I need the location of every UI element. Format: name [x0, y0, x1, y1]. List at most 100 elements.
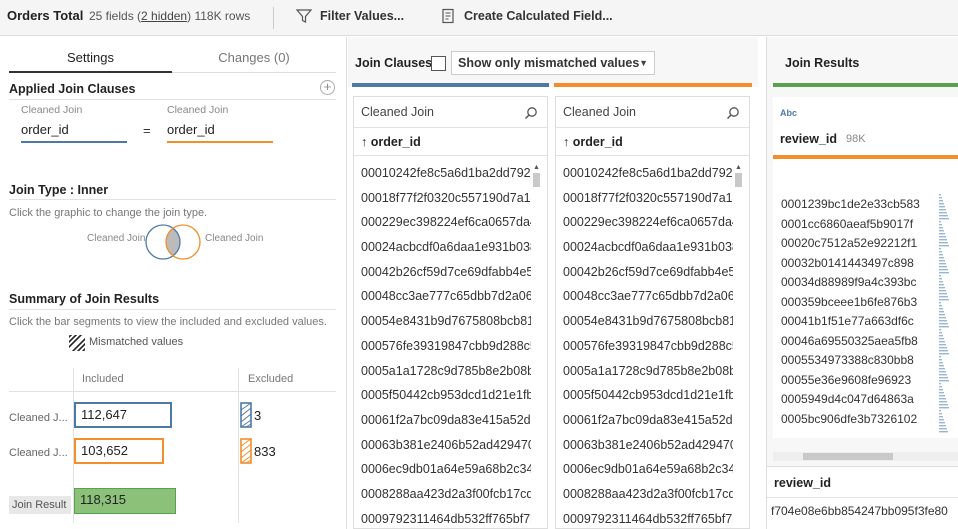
scrollbar-thumb[interactable]	[803, 453, 893, 460]
filter-values-button[interactable]: Filter Values...	[296, 8, 404, 24]
list-item[interactable]: 0008288aa423d2a3f00fcb17cd7d8719	[361, 482, 531, 507]
list-item[interactable]: 0008288aa423d2a3f00fcb17cd7d8719	[563, 482, 733, 507]
sparkline-bar	[939, 293, 947, 295]
list-item[interactable]: 00055e36e9608fe96923	[781, 371, 929, 391]
create-calculated-field-button[interactable]: Create Calculated Field...	[440, 8, 613, 24]
list-item[interactable]: 00034d88989f9a4c393bc	[781, 273, 929, 293]
right-panel-value-list[interactable]: 00010242fe8c5a6d1ba2dd792cb1621400018f77…	[563, 161, 733, 529]
list-item[interactable]: 0005f50442cb953dcd1d21e1fb923495	[361, 383, 531, 408]
list-item[interactable]: 0005f50442cb953dcd1d21e1fb923495	[563, 383, 733, 408]
sparkline-bar	[939, 371, 946, 373]
result-value-list[interactable]: 0001239bc1de2e33cb583 0001cc6860aeaf5b901…	[781, 195, 929, 435]
list-item[interactable]: 0005949d4c047d64863a	[781, 390, 929, 410]
panel-divider	[556, 127, 749, 128]
list-item[interactable]: 00024acbcdf0a6daa1e931b038114c75	[563, 235, 733, 260]
list-item[interactable]: 0009792311464db532ff765bf7b182ae	[361, 507, 531, 529]
join-result-bar[interactable]: 118,315	[74, 488, 176, 514]
list-item[interactable]: 00010242fe8c5a6d1ba2dd792cb16214	[563, 161, 733, 186]
list-item[interactable]: 000229ec398224ef6ca0657da4fc703e	[361, 210, 531, 235]
left-panel-column-name: order_id	[370, 135, 421, 149]
left-panel-value-list[interactable]: 00010242fe8c5a6d1ba2dd792cb1621400018f77…	[361, 161, 531, 529]
tab-changes[interactable]: Changes (0)	[172, 45, 336, 73]
list-item[interactable]: 00018f77f2f0320c557190d7a144bdd3	[361, 186, 531, 211]
list-item[interactable]: 00042b26cf59d7ce69dfabb4e55b4fd9	[361, 260, 531, 285]
left-panel-column-header[interactable]: ↑ order_id	[361, 135, 421, 149]
sparkline-bar	[939, 326, 949, 328]
list-item[interactable]: 00063b381e2406b52ad429470734ebd5	[563, 433, 733, 458]
result-column-card[interactable]: Abc review_id 98K 0001239bc1de2e33cb583 0…	[773, 97, 958, 438]
list-item[interactable]: 0005a1a1728c9d785b8e2b08b904576c	[361, 359, 531, 384]
list-item[interactable]: 000576fe39319847cbb9d288c5617fa6	[563, 334, 733, 359]
list-item[interactable]: 00063b381e2406b52ad429470734ebd5	[361, 433, 531, 458]
string-type-icon[interactable]: Abc	[780, 108, 797, 118]
sparkline-bar	[939, 380, 949, 382]
sparkline-bar	[939, 344, 946, 346]
result-horizontal-scrollbar[interactable]	[773, 452, 958, 461]
search-icon[interactable]	[524, 106, 538, 120]
sort-arrow-icon: ↑	[361, 135, 368, 149]
join-results-panel: Join Results Abc review_id 98K 0001239bc…	[766, 37, 958, 529]
list-item[interactable]: 00048cc3ae777c65dbb7d2a0634bc1ea	[361, 284, 531, 309]
scroll-up-arrow[interactable]: ▲	[734, 164, 743, 171]
list-item[interactable]: 00020c7512a52e92212f1	[781, 234, 929, 254]
sparkline-bar	[939, 419, 944, 421]
list-item[interactable]: 000359bceee1b6fe876b3	[781, 293, 929, 313]
list-item[interactable]: 00041b1f51e77a663df6c	[781, 312, 929, 332]
list-item[interactable]: 00010242fe8c5a6d1ba2dd792cb16214	[361, 161, 531, 186]
list-item[interactable]: 00024acbcdf0a6daa1e931b038114c75	[361, 235, 531, 260]
sparkline-bar	[939, 200, 943, 202]
row1-included-bar[interactable]: 112,647	[74, 402, 172, 428]
list-item[interactable]: 000576fe39319847cbb9d288c5617fa6	[361, 334, 531, 359]
applied-join-clauses-title: Applied Join Clauses	[9, 82, 136, 96]
list-item[interactable]: 00046a69550325aea5fb8	[781, 332, 929, 352]
sparkline-bar	[939, 206, 945, 208]
sparkline-bar	[939, 239, 947, 241]
list-item[interactable]: 0009792311464db532ff765bf7b182ae	[563, 507, 733, 529]
join-result-label: Join Result	[9, 496, 71, 514]
list-item[interactable]: 0005534973388c830bb8	[781, 351, 929, 371]
mismatched-filter-select[interactable]: Show only mismatched values ▼	[451, 51, 655, 75]
list-item[interactable]: 00048cc3ae777c65dbb7d2a0634bc1ea	[563, 284, 733, 309]
row2-included-bar[interactable]: 103,652	[74, 438, 164, 464]
scrollbar-thumb[interactable]	[735, 173, 742, 187]
list-item[interactable]: 0001cc6860aeaf5b9017f	[781, 215, 929, 235]
list-item[interactable]: 0005bc906dfe3b7326102	[781, 410, 929, 430]
list-item[interactable]: 00032b0141443497c898	[781, 254, 929, 274]
list-item[interactable]: 00061f2a7bc09da83e415a52dc8a4af1	[563, 408, 733, 433]
row1-excluded-bar[interactable]	[240, 402, 252, 428]
list-item[interactable]: 000229ec398224ef6ca0657da4fc703e	[563, 210, 733, 235]
left-panel-scrollbar[interactable]: ▲	[532, 164, 541, 525]
clause-operator[interactable]: =	[143, 123, 151, 138]
left-clause-field[interactable]: order_id	[21, 122, 127, 143]
list-item[interactable]: 0005a1a1728c9d785b8e2b08b904576c	[563, 359, 733, 384]
sparkline-bar	[939, 269, 948, 271]
hidden-fields-link[interactable]: 2 hidden	[141, 9, 187, 23]
list-item[interactable]: 0006ec9db01a64e59a68b2c340bf65a7	[361, 457, 531, 482]
sparkline-bar	[939, 209, 946, 211]
settings-panel: Settings Changes (0) Applied Join Clause…	[0, 37, 347, 529]
scroll-up-arrow[interactable]: ▲	[532, 164, 541, 171]
list-item[interactable]: 00054e8431b9d7675808bcb819fb4a32	[361, 309, 531, 334]
right-panel-scrollbar[interactable]: ▲	[734, 164, 743, 525]
list-item[interactable]: 0001239bc1de2e33cb583	[781, 195, 929, 215]
right-panel-column-header[interactable]: ↑ order_id	[563, 135, 623, 149]
tab-settings[interactable]: Settings	[9, 45, 172, 73]
join-clauses-header: Join Clauses Show only mismatched values…	[348, 37, 758, 87]
list-item[interactable]: 00054e8431b9d7675808bcb819fb4a32	[563, 309, 733, 334]
dataset-title: Orders Total	[7, 8, 84, 23]
result-column-name: review_id	[780, 132, 837, 146]
row2-excluded-bar[interactable]	[240, 438, 252, 464]
toolbar-divider	[273, 7, 274, 29]
list-item[interactable]: 00018f77f2f0320c557190d7a144bdd3	[563, 186, 733, 211]
right-clause-field[interactable]: order_id	[167, 122, 273, 143]
list-item[interactable]: 00061f2a7bc09da83e415a52dc8a4af1	[361, 408, 531, 433]
list-item[interactable]: 00042b26cf59d7ce69dfabb4e55b4fd9	[563, 260, 733, 285]
join-type-venn-diagram[interactable]	[143, 223, 203, 261]
search-icon[interactable]	[726, 106, 740, 120]
scrollbar-thumb[interactable]	[533, 173, 540, 187]
mismatched-pattern-icon	[69, 335, 85, 351]
add-clause-icon[interactable]: +	[320, 80, 335, 95]
list-item[interactable]: 0006ec9db01a64e59a68b2c340bf65a7	[563, 457, 733, 482]
mismatched-checkbox[interactable]	[431, 56, 446, 71]
sparkline-bar	[939, 359, 942, 361]
